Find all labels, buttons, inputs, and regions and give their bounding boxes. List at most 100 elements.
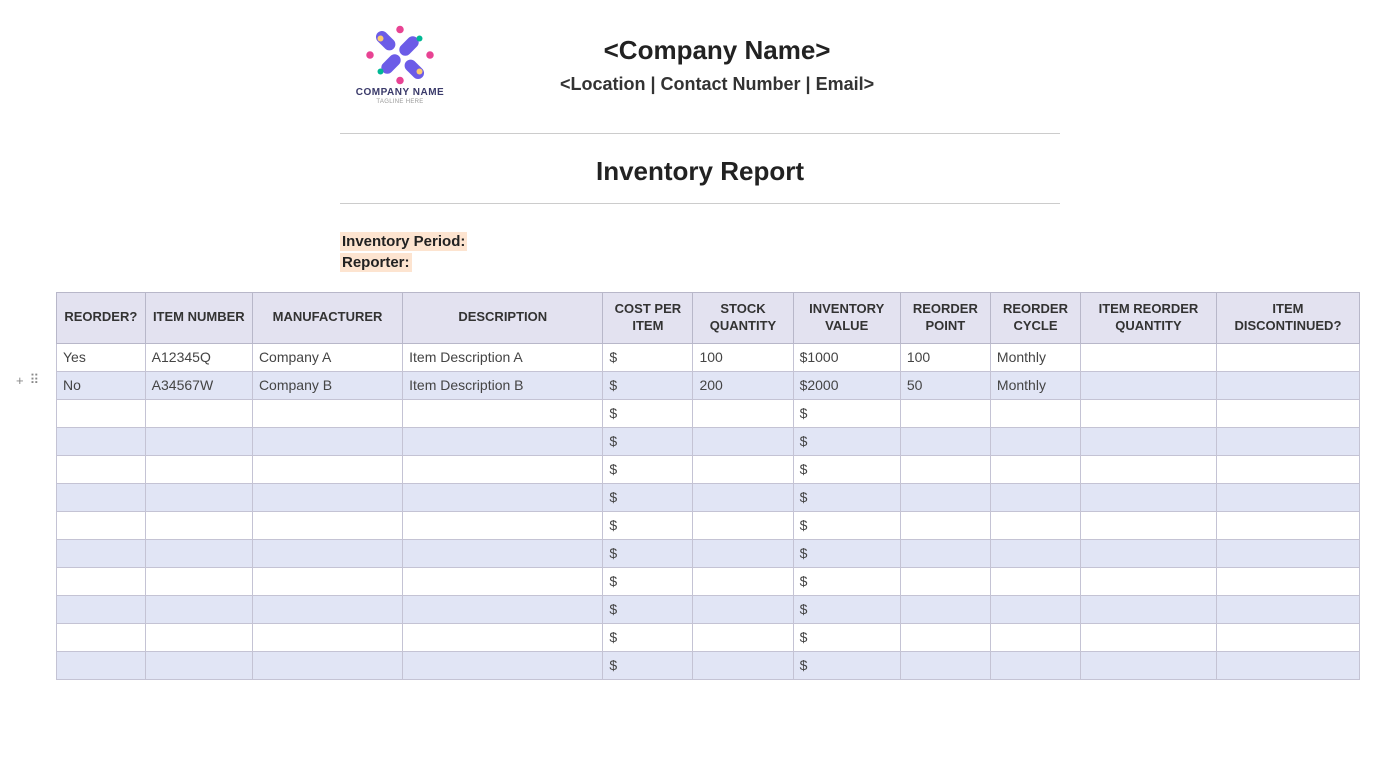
table-row[interactable]: $$: [57, 595, 1360, 623]
inventory-table[interactable]: REORDER?ITEM NUMBERMANUFACTURERDESCRIPTI…: [56, 292, 1360, 680]
cell-description[interactable]: [403, 651, 603, 679]
cell-reorder_point[interactable]: [900, 539, 990, 567]
cell-manufacturer[interactable]: [252, 567, 402, 595]
cell-cost_per_item[interactable]: $: [603, 483, 693, 511]
cell-item_discontinued[interactable]: [1216, 455, 1359, 483]
cell-reorder[interactable]: [57, 511, 146, 539]
cell-reorder[interactable]: [57, 623, 146, 651]
cell-manufacturer[interactable]: [252, 455, 402, 483]
cell-stock_quantity[interactable]: [693, 455, 793, 483]
cell-item_reorder_quantity[interactable]: [1081, 567, 1217, 595]
cell-reorder[interactable]: [57, 483, 146, 511]
cell-item_number[interactable]: [145, 483, 252, 511]
table-row[interactable]: $$: [57, 539, 1360, 567]
cell-stock_quantity[interactable]: [693, 427, 793, 455]
cell-item_number[interactable]: [145, 651, 252, 679]
cell-reorder[interactable]: [57, 651, 146, 679]
cell-item_number[interactable]: [145, 511, 252, 539]
cell-cost_per_item[interactable]: $: [603, 623, 693, 651]
cell-manufacturer[interactable]: [252, 623, 402, 651]
cell-cost_per_item[interactable]: $: [603, 399, 693, 427]
cell-manufacturer[interactable]: [252, 539, 402, 567]
cell-item_discontinued[interactable]: [1216, 427, 1359, 455]
cell-stock_quantity[interactable]: [693, 539, 793, 567]
cell-item_number[interactable]: A12345Q: [145, 343, 252, 371]
cell-reorder_point[interactable]: [900, 651, 990, 679]
cell-stock_quantity[interactable]: [693, 567, 793, 595]
cell-inventory_value[interactable]: $1000: [793, 343, 900, 371]
cell-description[interactable]: [403, 455, 603, 483]
cell-stock_quantity[interactable]: 200: [693, 371, 793, 399]
col-header[interactable]: ITEM REORDER QUANTITY: [1081, 293, 1217, 344]
table-row[interactable]: $$: [57, 455, 1360, 483]
cell-cost_per_item[interactable]: $: [603, 539, 693, 567]
drag-handle-icon[interactable]: ⠿: [30, 372, 40, 388]
cell-stock_quantity[interactable]: [693, 595, 793, 623]
cell-reorder_point[interactable]: [900, 427, 990, 455]
cell-item_reorder_quantity[interactable]: [1081, 651, 1217, 679]
cell-cost_per_item[interactable]: $: [603, 427, 693, 455]
add-row-button[interactable]: +: [16, 373, 24, 388]
cell-inventory_value[interactable]: $: [793, 511, 900, 539]
cell-item_discontinued[interactable]: [1216, 371, 1359, 399]
col-header[interactable]: STOCK QUANTITY: [693, 293, 793, 344]
cell-reorder_cycle[interactable]: [990, 399, 1080, 427]
cell-stock_quantity[interactable]: [693, 623, 793, 651]
cell-item_number[interactable]: [145, 595, 252, 623]
cell-reorder_cycle[interactable]: [990, 623, 1080, 651]
table-row[interactable]: YesA12345QCompany AItem Description A$10…: [57, 343, 1360, 371]
cell-description[interactable]: [403, 595, 603, 623]
table-row[interactable]: NoA34567WCompany BItem Description B$200…: [57, 371, 1360, 399]
table-row[interactable]: $$: [57, 511, 1360, 539]
cell-description[interactable]: Item Description B: [403, 371, 603, 399]
cell-cost_per_item[interactable]: $: [603, 371, 693, 399]
cell-reorder_cycle[interactable]: [990, 595, 1080, 623]
col-header[interactable]: DESCRIPTION: [403, 293, 603, 344]
table-row[interactable]: $$: [57, 399, 1360, 427]
cell-description[interactable]: [403, 399, 603, 427]
cell-stock_quantity[interactable]: [693, 483, 793, 511]
cell-item_reorder_quantity[interactable]: [1081, 595, 1217, 623]
cell-item_discontinued[interactable]: [1216, 567, 1359, 595]
cell-item_reorder_quantity[interactable]: [1081, 455, 1217, 483]
cell-reorder_cycle[interactable]: [990, 567, 1080, 595]
cell-item_number[interactable]: [145, 567, 252, 595]
cell-item_discontinued[interactable]: [1216, 651, 1359, 679]
cell-manufacturer[interactable]: [252, 651, 402, 679]
cell-reorder[interactable]: [57, 399, 146, 427]
cell-reorder_point[interactable]: [900, 483, 990, 511]
cell-inventory_value[interactable]: $: [793, 539, 900, 567]
cell-reorder[interactable]: [57, 595, 146, 623]
cell-reorder_cycle[interactable]: [990, 427, 1080, 455]
cell-manufacturer[interactable]: [252, 427, 402, 455]
table-row[interactable]: $$: [57, 427, 1360, 455]
cell-description[interactable]: [403, 567, 603, 595]
col-header[interactable]: MANUFACTURER: [252, 293, 402, 344]
cell-manufacturer[interactable]: Company B: [252, 371, 402, 399]
cell-item_discontinued[interactable]: [1216, 595, 1359, 623]
cell-reorder_point[interactable]: [900, 595, 990, 623]
cell-item_reorder_quantity[interactable]: [1081, 371, 1217, 399]
table-row[interactable]: $$: [57, 483, 1360, 511]
cell-manufacturer[interactable]: [252, 511, 402, 539]
cell-reorder_point[interactable]: [900, 511, 990, 539]
cell-reorder[interactable]: Yes: [57, 343, 146, 371]
cell-reorder_point[interactable]: [900, 455, 990, 483]
cell-inventory_value[interactable]: $: [793, 455, 900, 483]
cell-description[interactable]: [403, 623, 603, 651]
cell-stock_quantity[interactable]: [693, 399, 793, 427]
cell-reorder_point[interactable]: 50: [900, 371, 990, 399]
table-row[interactable]: $$: [57, 623, 1360, 651]
cell-item_reorder_quantity[interactable]: [1081, 483, 1217, 511]
cell-reorder[interactable]: No: [57, 371, 146, 399]
cell-reorder[interactable]: [57, 567, 146, 595]
cell-item_reorder_quantity[interactable]: [1081, 539, 1217, 567]
cell-item_number[interactable]: [145, 455, 252, 483]
cell-description[interactable]: [403, 539, 603, 567]
cell-cost_per_item[interactable]: $: [603, 651, 693, 679]
cell-reorder_cycle[interactable]: Monthly: [990, 371, 1080, 399]
cell-item_reorder_quantity[interactable]: [1081, 343, 1217, 371]
cell-item_number[interactable]: [145, 623, 252, 651]
cell-inventory_value[interactable]: $: [793, 567, 900, 595]
cell-inventory_value[interactable]: $: [793, 623, 900, 651]
